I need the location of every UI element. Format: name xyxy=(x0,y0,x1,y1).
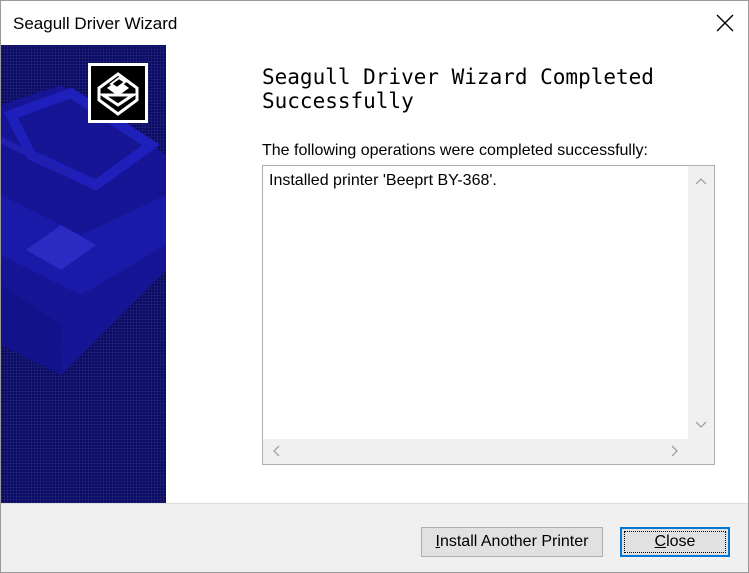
chevron-up-icon xyxy=(695,178,707,185)
install-button-label-rest: nstall Another Printer xyxy=(439,533,589,550)
scroll-up-button[interactable] xyxy=(694,174,708,188)
page-title-line-1: Seagull Driver Wizard Completed xyxy=(262,65,654,89)
window-title: Seagull Driver Wizard xyxy=(13,14,178,33)
button-bar: Install Another Printer Close xyxy=(1,503,748,572)
scroll-left-button[interactable] xyxy=(269,444,283,458)
logo xyxy=(88,63,148,123)
close-window-button[interactable] xyxy=(702,1,748,45)
close-button[interactable]: Close xyxy=(620,527,730,557)
install-button-label: Install Another Printer xyxy=(436,533,589,551)
page-title-line-2: Successfully xyxy=(262,89,414,113)
operations-label: The following operations were completed … xyxy=(262,142,648,159)
title-bar[interactable]: Seagull Driver Wizard xyxy=(1,1,748,45)
wizard-window: Seagull Driver Wizard Seagull Driver Wiz… xyxy=(0,0,749,573)
close-button-label-rest: lose xyxy=(666,533,696,550)
horizontal-scrollbar[interactable] xyxy=(263,439,688,464)
operations-log-text: Installed printer 'Beeprt BY-368'. xyxy=(269,172,497,189)
install-another-printer-button[interactable]: Install Another Printer xyxy=(421,527,603,557)
vertical-scrollbar[interactable] xyxy=(688,166,714,439)
close-icon xyxy=(716,14,734,32)
operations-log[interactable]: Installed printer 'Beeprt BY-368'. xyxy=(262,165,715,465)
close-button-label: Close xyxy=(655,533,696,551)
chevron-right-icon xyxy=(671,445,678,457)
close-button-mnemonic: C xyxy=(654,533,667,550)
printer-logo-icon xyxy=(97,72,139,116)
scrollbar-corner xyxy=(688,439,714,464)
scroll-down-button[interactable] xyxy=(694,418,708,432)
scroll-right-button[interactable] xyxy=(668,444,682,458)
page-title: Seagull Driver Wizard Completed Successf… xyxy=(262,65,722,113)
wizard-banner xyxy=(1,45,166,503)
chevron-down-icon xyxy=(695,421,707,428)
chevron-left-icon xyxy=(273,445,280,457)
